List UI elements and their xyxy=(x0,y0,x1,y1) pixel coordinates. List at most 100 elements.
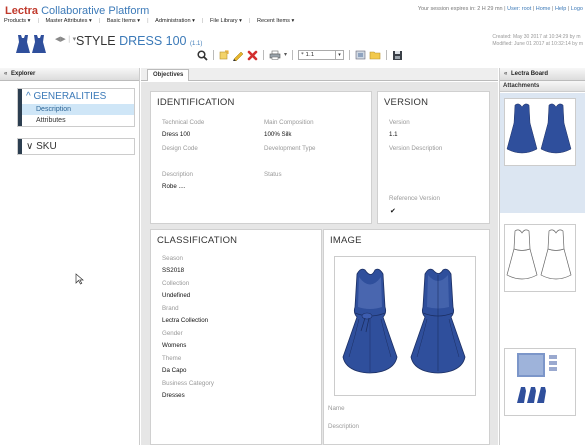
menu-basic-items[interactable]: Basic Items ▾ xyxy=(107,18,140,24)
user-link[interactable]: User: root xyxy=(507,6,531,12)
status-label: Status xyxy=(264,171,282,178)
season-value: SS2018 xyxy=(162,267,185,274)
chevron-up-icon: ^ xyxy=(26,91,31,102)
new-icon[interactable] xyxy=(219,49,229,61)
group-sku: ∨ SKU xyxy=(17,138,135,155)
dress-image[interactable] xyxy=(334,256,476,396)
attachment-thumbnail[interactable] xyxy=(504,98,576,166)
dress-drawing xyxy=(342,268,466,374)
group-generalities-header[interactable]: ^ GENERALITIES xyxy=(18,89,134,104)
edit-icon[interactable] xyxy=(232,49,244,61)
version-description-label: Version Description xyxy=(389,145,443,152)
next-arrow-icon[interactable]: ▶ xyxy=(60,35,65,43)
gender-label: Gender xyxy=(162,330,183,337)
help-link[interactable]: Help xyxy=(555,6,566,12)
main-composition-value: 100% Silk xyxy=(264,131,292,138)
chevron-down-icon: ∨ xyxy=(26,141,34,152)
tab-strip: Objectives xyxy=(141,68,498,81)
menu-products[interactable]: Products ▾ xyxy=(4,18,30,24)
session-expiry: Your session expires in: 2 H 29 mn xyxy=(417,6,503,12)
classification-card: CLASSIFICATION Season SS2018 Collection … xyxy=(150,229,322,445)
menu-recent-items[interactable]: Recent Items ▾ xyxy=(257,18,294,24)
main-content: IDENTIFICATION Technical Code Dress 100 … xyxy=(141,82,498,445)
reference-version-label: Reference Version xyxy=(389,195,440,202)
image-name-label: Name xyxy=(328,405,345,412)
folder-icon[interactable] xyxy=(369,49,381,61)
business-category-value: Dresses xyxy=(162,392,185,399)
image-card: IMAGE Name Description xyxy=(323,229,490,445)
search-icon[interactable] xyxy=(197,49,208,61)
home-link[interactable]: Home xyxy=(536,6,551,12)
page-title: STYLE DRESS 100 (1.1) xyxy=(76,34,202,48)
style-prefix: STYLE xyxy=(76,34,116,48)
style-version: (1.1) xyxy=(189,41,203,47)
brand-product: Collaborative Platform xyxy=(41,5,150,17)
business-category-label: Business Category xyxy=(162,380,214,387)
menu-master-attributes[interactable]: Master Attributes ▾ xyxy=(45,18,91,24)
attachments-header: Attachments xyxy=(500,81,585,92)
brand-label: Brand xyxy=(162,305,179,312)
save-icon[interactable] xyxy=(392,49,403,61)
version-label: Version xyxy=(389,119,410,126)
collection-value: Undefined xyxy=(162,292,191,299)
collection-label: Collection xyxy=(162,280,190,287)
explorer-item-description[interactable]: Description xyxy=(18,104,134,115)
main-menu: Products ▾ | Master Attributes ▾ | Basic I… xyxy=(4,18,295,24)
reference-version-check-icon: ✔ xyxy=(390,207,396,215)
version-card: VERSION Version 1.1 Version Description … xyxy=(377,91,490,224)
classification-title: CLASSIFICATION xyxy=(157,235,238,246)
gender-value: Womens xyxy=(162,342,187,349)
print-dropdown-icon[interactable]: ▾ xyxy=(284,49,287,61)
toolbar: ▾ * 1.1 ▾ xyxy=(197,48,403,62)
technical-code-label: Technical Code xyxy=(162,119,205,126)
record-meta: Created: May 30 2017 at 10:34:29 by m Mo… xyxy=(492,34,583,48)
style-thumbnail-icon xyxy=(16,35,46,53)
mouse-cursor-icon xyxy=(75,273,84,288)
notes-icon[interactable] xyxy=(355,49,366,61)
lectra-board-header[interactable]: « Lectra Board xyxy=(500,68,585,81)
main-composition-label: Main Composition xyxy=(264,119,314,126)
menu-administration[interactable]: Administration ▾ xyxy=(155,18,195,24)
brand-value: Lectra Collection xyxy=(162,317,209,324)
sketch-dress-thumbnail-icon xyxy=(506,229,572,280)
description-label: Description xyxy=(162,171,193,178)
explorer-title: Explorer xyxy=(11,71,36,77)
theme-label: Theme xyxy=(162,355,182,362)
print-icon[interactable] xyxy=(269,49,281,61)
technical-code-value: Dress 100 xyxy=(162,131,191,138)
blue-dress-thumbnail-icon xyxy=(506,103,572,154)
group-sku-header[interactable]: ∨ SKU xyxy=(18,139,134,154)
lectra-board-title: Lectra Board xyxy=(511,71,549,77)
app-brand: Lectra Collaborative Platform xyxy=(5,5,149,17)
session-info: Your session expires in: 2 H 29 mn | Use… xyxy=(417,6,583,12)
version-select[interactable]: * 1.1 ▾ xyxy=(298,50,345,60)
group-sku-title: SKU xyxy=(36,141,57,152)
identification-card: IDENTIFICATION Technical Code Dress 100 … xyxy=(150,91,372,224)
attachment-thumbnail[interactable] xyxy=(504,348,576,416)
group-generalities-title: GENERALITIES xyxy=(33,91,107,102)
style-name: DRESS 100 xyxy=(119,34,187,48)
explorer-item-attributes[interactable]: Attributes xyxy=(18,115,134,126)
expand-panel-icon[interactable]: « xyxy=(504,71,507,77)
delete-icon[interactable] xyxy=(247,49,258,61)
print-sheet-thumbnail-icon xyxy=(517,353,557,403)
collapse-panel-icon[interactable]: « xyxy=(4,71,7,77)
theme-value: Da Capo xyxy=(162,367,187,374)
brand-name: Lectra xyxy=(5,5,39,17)
version-select-value: * 1.1 xyxy=(301,52,315,58)
season-label: Season xyxy=(162,255,183,262)
development-type-label: Development Type xyxy=(264,145,316,152)
created-info: Created: May 30 2017 at 10:34:29 by m xyxy=(492,34,581,40)
image-title: IMAGE xyxy=(330,235,362,246)
attachment-thumbnail[interactable] xyxy=(504,224,576,292)
lectra-board-panel: « Lectra Board Attachments xyxy=(499,68,585,445)
menu-file-library[interactable]: File Library ▾ xyxy=(210,18,242,24)
identification-title: IDENTIFICATION xyxy=(157,97,235,108)
tab-objectives[interactable]: Objectives xyxy=(147,69,190,81)
chevron-down-icon[interactable]: ▾ xyxy=(335,51,343,59)
version-title: VERSION xyxy=(384,97,429,108)
logout-link[interactable]: Logo xyxy=(571,6,583,12)
group-generalities: ^ GENERALITIES Description Attributes xyxy=(17,88,135,127)
design-code-label: Design Code xyxy=(162,145,198,152)
explorer-header[interactable]: « Explorer xyxy=(0,68,139,81)
